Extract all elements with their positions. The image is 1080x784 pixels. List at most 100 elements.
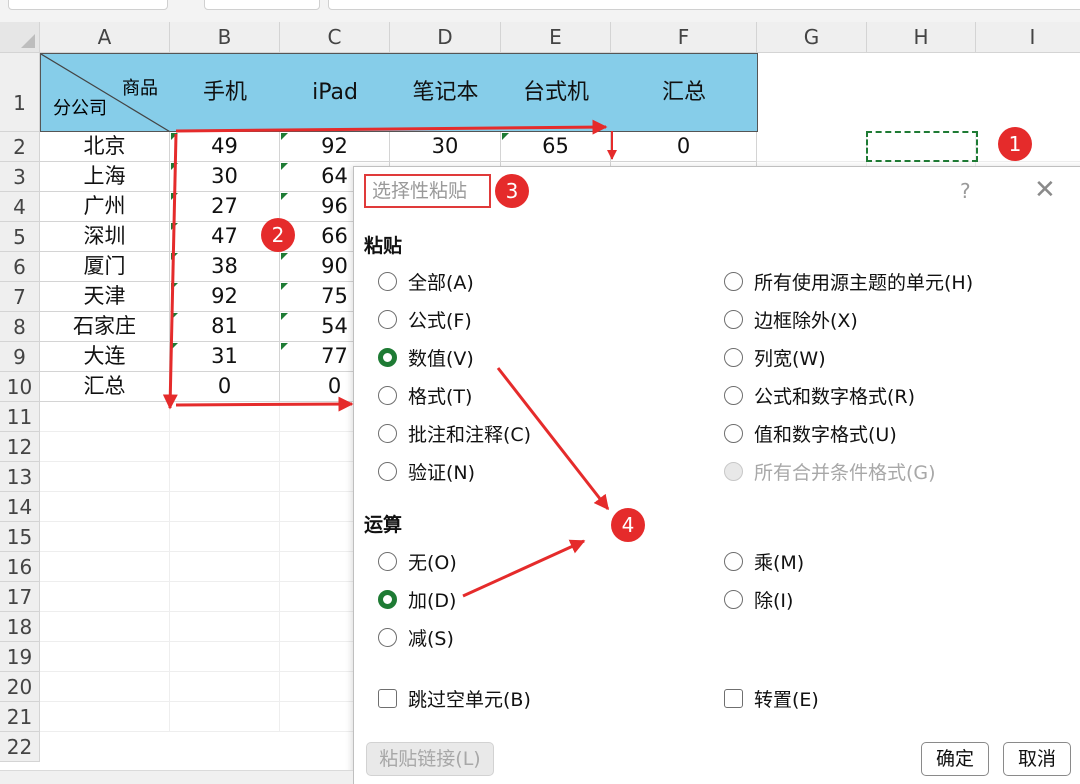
paste-option-values[interactable]: 数值(V)	[378, 343, 474, 371]
row-header-19[interactable]: 19	[0, 642, 40, 672]
empty-cell[interactable]	[170, 642, 280, 672]
empty-cell[interactable]	[170, 702, 280, 732]
formula-input[interactable]	[328, 0, 1080, 10]
row-header-5[interactable]: 5	[0, 222, 40, 252]
row-header-7[interactable]: 7	[0, 282, 40, 312]
empty-cell[interactable]	[40, 402, 170, 432]
skip-blanks-checkbox[interactable]: 跳过空单元(B)	[378, 684, 531, 712]
empty-cell[interactable]	[170, 522, 280, 552]
checkbox-icon[interactable]	[724, 688, 743, 708]
data-cell[interactable]: 92	[170, 282, 280, 312]
empty-cell[interactable]	[40, 582, 170, 612]
radio-icon[interactable]	[724, 589, 743, 609]
row-header-2[interactable]: 2	[0, 132, 40, 162]
branch-name-cell[interactable]: 深圳	[40, 222, 170, 252]
radio-icon[interactable]	[724, 423, 743, 443]
row-header-16[interactable]: 16	[0, 552, 40, 582]
empty-cell[interactable]	[170, 672, 280, 702]
row-header-6[interactable]: 6	[0, 252, 40, 282]
row-header-12[interactable]: 12	[0, 432, 40, 462]
empty-cell[interactable]	[40, 522, 170, 552]
empty-cell[interactable]	[170, 552, 280, 582]
data-cell[interactable]: 27	[170, 192, 280, 222]
data-cell[interactable]: 31	[170, 342, 280, 372]
row-header-3[interactable]: 3	[0, 162, 40, 192]
branch-name-cell[interactable]: 北京	[40, 132, 170, 162]
paste-option-validation[interactable]: 验证(N)	[378, 457, 475, 485]
checkbox-icon[interactable]	[378, 688, 397, 708]
radio-icon[interactable]	[724, 347, 743, 367]
empty-cell[interactable]	[976, 53, 1080, 132]
row-header-21[interactable]: 21	[0, 702, 40, 732]
radio-icon[interactable]	[378, 551, 397, 571]
radio-icon[interactable]	[724, 309, 743, 329]
column-header-h[interactable]: H	[867, 22, 976, 53]
formula-buttons[interactable]	[204, 0, 320, 10]
row-header-18[interactable]: 18	[0, 612, 40, 642]
paste-option-formulas-numbers[interactable]: 公式和数字格式(R)	[724, 381, 915, 409]
radio-icon[interactable]	[378, 627, 397, 647]
cancel-button[interactable]: 取消	[1003, 742, 1071, 776]
radio-icon[interactable]	[724, 551, 743, 571]
operation-option-divide[interactable]: 除(I)	[724, 585, 793, 613]
radio-selected-icon[interactable]	[378, 589, 397, 609]
radio-selected-icon[interactable]	[378, 347, 397, 367]
empty-cell[interactable]	[757, 53, 867, 132]
name-box[interactable]	[8, 0, 168, 10]
radio-icon[interactable]	[724, 271, 743, 291]
row-header-14[interactable]: 14	[0, 492, 40, 522]
empty-cell[interactable]	[40, 432, 170, 462]
paste-option-formulas[interactable]: 公式(F)	[378, 305, 472, 333]
column-header-f[interactable]: F	[611, 22, 757, 53]
help-icon[interactable]: ?	[960, 179, 971, 203]
row-header-4[interactable]: 4	[0, 192, 40, 222]
paste-option-all[interactable]: 全部(A)	[378, 267, 474, 295]
radio-icon[interactable]	[378, 461, 397, 481]
header-cell-ipad[interactable]: iPad	[280, 53, 391, 132]
radio-icon[interactable]	[378, 309, 397, 329]
column-header-i[interactable]: I	[976, 22, 1080, 53]
radio-icon[interactable]	[378, 423, 397, 443]
data-cell[interactable]: 92	[280, 132, 390, 162]
row-header-1[interactable]: 1	[0, 53, 40, 132]
row-header-15[interactable]: 15	[0, 522, 40, 552]
data-cell[interactable]: 30	[390, 132, 501, 162]
data-cell[interactable]: 81	[170, 312, 280, 342]
row-header-8[interactable]: 8	[0, 312, 40, 342]
horizontal-scrollbar[interactable]	[0, 770, 353, 784]
paste-option-values-numbers[interactable]: 值和数字格式(U)	[724, 419, 897, 447]
header-cell-phone[interactable]: 手机	[170, 53, 281, 132]
select-all-corner[interactable]	[0, 22, 40, 53]
data-cell[interactable]: 0	[170, 372, 280, 402]
empty-cell[interactable]	[867, 53, 976, 132]
data-cell[interactable]: 0	[611, 132, 757, 162]
row-header-9[interactable]: 9	[0, 342, 40, 372]
paste-option-formats[interactable]: 格式(T)	[378, 381, 472, 409]
data-cell[interactable]: 30	[170, 162, 280, 192]
header-cell-total[interactable]: 汇总	[611, 53, 758, 132]
paste-option-comments[interactable]: 批注和注释(C)	[378, 419, 531, 447]
empty-cell[interactable]	[40, 462, 170, 492]
branch-name-cell[interactable]: 石家庄	[40, 312, 170, 342]
empty-cell[interactable]	[40, 672, 170, 702]
empty-cell[interactable]	[40, 702, 170, 732]
column-header-g[interactable]: G	[757, 22, 867, 53]
branch-name-cell[interactable]: 厦门	[40, 252, 170, 282]
empty-cell[interactable]	[170, 612, 280, 642]
paste-option-no-borders[interactable]: 边框除外(X)	[724, 305, 858, 333]
close-icon[interactable]: ✕	[1034, 175, 1056, 205]
empty-cell[interactable]	[170, 432, 280, 462]
radio-icon[interactable]	[724, 385, 743, 405]
column-header-a[interactable]: A	[40, 22, 170, 53]
header-cell-laptop[interactable]: 笔记本	[390, 53, 502, 132]
copied-cell-marquee[interactable]	[866, 131, 978, 162]
empty-cell[interactable]	[170, 462, 280, 492]
header-diagonal-cell[interactable]: 商品 分公司	[40, 53, 171, 132]
empty-cell[interactable]	[170, 492, 280, 522]
empty-cell[interactable]	[170, 582, 280, 612]
branch-name-cell[interactable]: 广州	[40, 192, 170, 222]
column-header-b[interactable]: B	[170, 22, 280, 53]
operation-option-none[interactable]: 无(O)	[378, 547, 457, 575]
column-header-e[interactable]: E	[501, 22, 611, 53]
operation-option-subtract[interactable]: 减(S)	[378, 623, 454, 651]
